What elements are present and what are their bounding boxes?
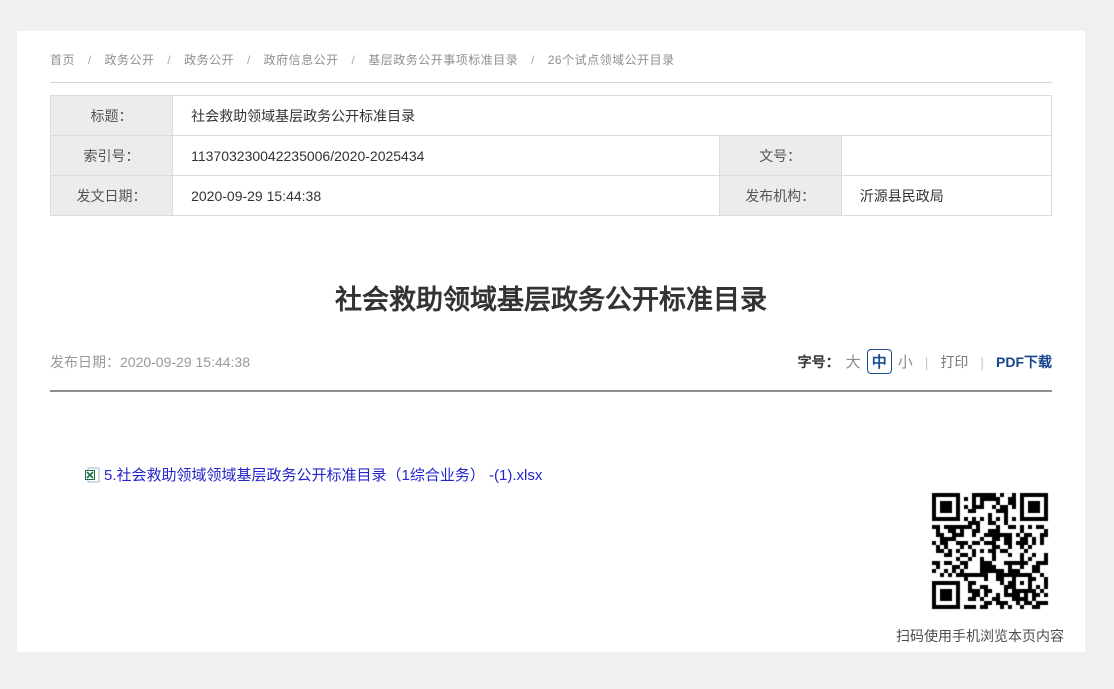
meta-index-label: 索引号： [51,136,173,176]
breadcrumb-divider [50,82,1052,83]
meta-agency-label: 发布机构： [719,176,841,216]
breadcrumb-item-5[interactable]: 26个试点领域公开目录 [548,53,675,67]
breadcrumb: 首页 / 政务公开 / 政务公开 / 政府信息公开 / 基层政务公开事项标准目录… [50,31,1052,68]
font-size-label: 字号： [798,352,840,372]
breadcrumb-item-home[interactable]: 首页 [50,53,75,67]
page-title: 社会救助领域基层政务公开标准目录 [50,278,1052,317]
meta-date-label: 发文日期： [51,176,173,216]
meta-index-value: 113703230042235006/2020-2025434 [173,136,720,176]
toolbar-separator: | [925,354,929,370]
meta-docnum-label: 文号： [719,136,841,176]
breadcrumb-item-1[interactable]: 政务公开 [105,53,155,67]
font-size-large-button[interactable]: 大 [846,351,861,372]
font-size-small-button[interactable]: 小 [898,351,913,372]
meta-agency-value: 沂源县民政局 [841,176,1051,216]
attachment-row: 5.社会救助领域领域基层政务公开标准目录（1综合业务） -(1).xlsx [84,464,1052,485]
table-row: 索引号： 113703230042235006/2020-2025434 文号： [51,136,1052,176]
publish-date: 发布日期：2020-09-29 15:44:38 [50,352,250,372]
attachment-link[interactable]: 5.社会救助领域领域基层政务公开标准目录（1综合业务） -(1).xlsx [104,464,542,485]
breadcrumb-separator: / [88,53,92,67]
table-row: 发文日期： 2020-09-29 15:44:38 发布机构： 沂源县民政局 [51,176,1052,216]
breadcrumb-item-2[interactable]: 政务公开 [184,53,234,67]
content-card: 首页 / 政务公开 / 政务公开 / 政府信息公开 / 基层政务公开事项标准目录… [17,31,1085,652]
toolbar-separator: | [980,354,984,370]
font-size-medium-button[interactable]: 中 [867,349,892,374]
breadcrumb-separator: / [352,53,356,67]
pdf-download-button[interactable]: PDF下载 [996,352,1052,372]
document-meta-table: 标题： 社会救助领域基层政务公开标准目录 索引号： 11370323004223… [50,95,1052,216]
breadcrumb-item-4[interactable]: 基层政务公开事项标准目录 [368,53,518,67]
table-row: 标题： 社会救助领域基层政务公开标准目录 [51,96,1052,136]
content-divider [50,390,1052,392]
meta-date-value: 2020-09-29 15:44:38 [173,176,720,216]
meta-title-value: 社会救助领域基层政务公开标准目录 [173,96,1052,136]
meta-title-label: 标题： [51,96,173,136]
article-toolbar: 发布日期：2020-09-29 15:44:38 字号： 大 中 小 | 打印 … [50,349,1052,374]
breadcrumb-separator: / [247,53,251,67]
print-button[interactable]: 打印 [940,352,968,372]
breadcrumb-separator: / [531,53,535,67]
excel-file-icon [84,467,100,483]
qr-code [931,492,1049,610]
breadcrumb-item-3[interactable]: 政府信息公开 [264,53,339,67]
breadcrumb-separator: / [167,53,171,67]
meta-docnum-value [841,136,1051,176]
qr-caption: 扫码使用手机浏览本页内容 [896,626,1064,646]
